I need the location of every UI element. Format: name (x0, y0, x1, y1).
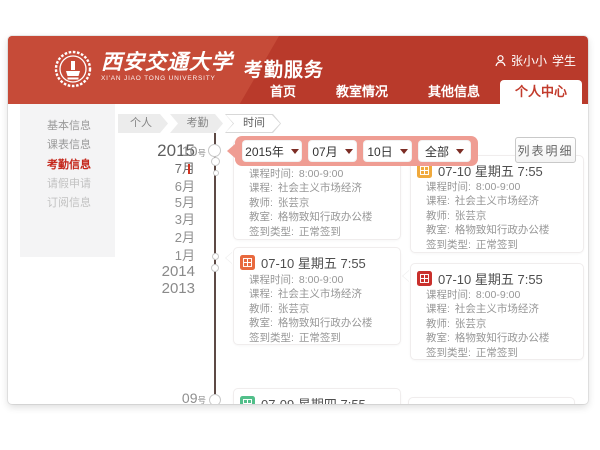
breadcrumb-attendance-info[interactable]: 考勤信息 (170, 114, 223, 133)
timeline-dot-large (209, 394, 221, 404)
attendance-card[interactable]: 07-09 星期四 7:55 (233, 388, 401, 404)
field-value: 格物致知行政办公楼 (278, 211, 373, 223)
rail-month-1[interactable]: 1月 (175, 248, 195, 264)
attendance-card[interactable]: 07-10 星期五 7:55 课程时间:8:00-9:00 课程:社会主义市场经… (410, 263, 584, 360)
rail-month-2[interactable]: 2月 (175, 230, 195, 246)
field-value: 张芸京 (278, 197, 310, 209)
breadcrumb-timeline[interactable]: 时间轴 (225, 114, 281, 133)
field-value: 正常签到 (299, 226, 341, 238)
field-label: 教师: (249, 197, 273, 209)
timeline-dot-small (211, 264, 219, 272)
year-select[interactable]: 2015年 (242, 140, 302, 162)
chevron-down-icon (400, 149, 408, 154)
day-marker-10: 10号 (146, 143, 206, 161)
field-label: 签到类型: (249, 226, 294, 238)
rail-month-3[interactable]: 3月 (175, 212, 195, 228)
current-month-marker (188, 164, 190, 174)
rail-month-5[interactable]: 5月 (175, 195, 195, 211)
timeline-dot-small (212, 253, 219, 260)
card-pointer (403, 270, 410, 282)
card-date-title: 07-10 星期五 7:55 (261, 253, 366, 272)
rail-year-2014[interactable]: 2014 (162, 264, 195, 280)
sidebar: 基本信息 课表信息 考勤信息 请假申请 订阅信息 (20, 104, 115, 257)
field-value: 社会主义市场经济 (278, 182, 362, 194)
card-date-title: 07-09 星期四 7:55 (261, 394, 366, 404)
event-type-icon (417, 271, 432, 286)
chevron-down-icon (456, 149, 464, 154)
sidebar-item-leave-request[interactable]: 请假申请 (20, 175, 115, 194)
card-date-title: 07-10 星期五 7:55 (438, 269, 543, 288)
scope-select[interactable]: 全部 (418, 140, 471, 162)
content-area: 基本信息 课表信息 考勤信息 请假申请 订阅信息 个人中心 考勤信息 时间轴 2… (8, 36, 588, 404)
field-label: 课程: (249, 182, 273, 194)
event-type-icon (240, 396, 255, 404)
rail-month-6[interactable]: 6月 (175, 179, 195, 195)
breadcrumb-personal-center[interactable]: 个人中心 (118, 114, 168, 133)
attendance-card[interactable]: 07-10 星期五 7:55 课程时间:8:00-9:00 课程:社会主义市场经… (410, 155, 584, 253)
timeline-dot-small (213, 170, 219, 176)
month-select[interactable]: 07月 (308, 140, 357, 162)
rail-year-2013[interactable]: 2013 (162, 281, 195, 297)
timeline-dot-large (208, 144, 221, 157)
event-type-icon (240, 255, 255, 270)
field-value: 8:00-9:00 (299, 168, 343, 180)
field-label: 课程时间: (249, 168, 294, 180)
list-detail-button[interactable]: 列表明细 (515, 137, 576, 163)
sidebar-item-schedule-info[interactable]: 课表信息 (20, 136, 115, 155)
attendance-card[interactable] (408, 397, 575, 404)
field-label: 教室: (249, 211, 273, 223)
app-window: 西安交通大学 XI'AN JIAO TONG UNIVERSITY 考勤服务 张… (8, 36, 588, 404)
timeline-dot-medium (211, 157, 220, 166)
card-pointer (226, 252, 233, 264)
filter-panel-pointer (227, 144, 235, 158)
chevron-down-icon (345, 149, 353, 154)
sidebar-item-subscription-info[interactable]: 订阅信息 (20, 194, 115, 213)
rail-month-7[interactable]: 7月 (175, 161, 195, 177)
day-marker-09: 09号 (146, 390, 206, 404)
day-select[interactable]: 10日 (363, 140, 412, 162)
filter-panel: 2015年 07月 10日 全部 (235, 136, 478, 166)
sidebar-item-basic-info[interactable]: 基本信息 (20, 117, 115, 136)
attendance-card[interactable]: 07-10 星期五 7:55 课程时间:8:00-9:00 课程:社会主义市场经… (233, 247, 401, 345)
sidebar-item-attendance-info[interactable]: 考勤信息 (20, 156, 115, 175)
chevron-down-icon (291, 149, 299, 154)
